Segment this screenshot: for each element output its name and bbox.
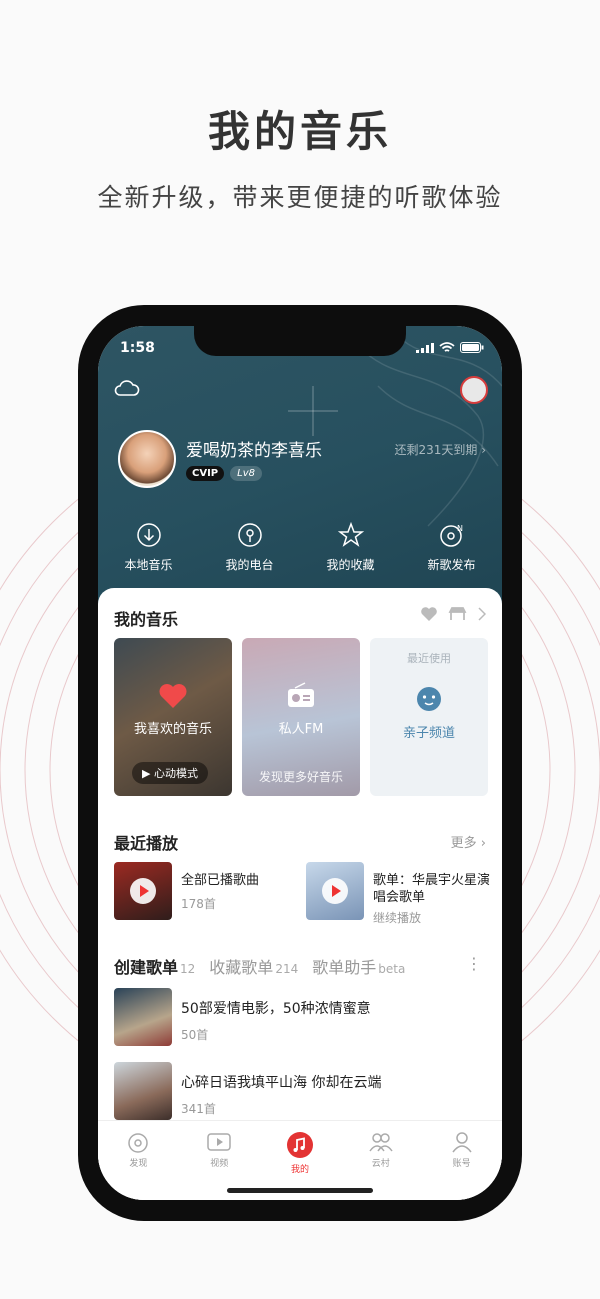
quick-actions: 本地音乐 我的电台 我的收藏 N 新歌发布 [98,522,502,573]
piano-icon[interactable] [448,606,468,622]
playlist-count: 341首 [181,1102,216,1116]
recent-item-title: 歌单：华晨宇火星演唱会歌单 [373,873,491,905]
tab-label: 发现 [129,1159,148,1169]
card-kids-channel[interactable]: 最近使用 亲子频道 [370,638,488,796]
play-icon[interactable] [130,878,156,904]
quick-my-radio[interactable]: 我的电台 [199,522,300,573]
quick-label: 本地音乐 [124,558,173,572]
recent-more-link[interactable]: 更多 › [451,832,486,851]
promo-subtitle: 全新升级，带来更便捷的听歌体验 [97,183,503,212]
battery-icon [460,342,484,353]
profile-header: 1:58 爱喝奶茶的李喜乐 CVIP Lv8 还剩231天到期 › 本地音乐 我… [98,326,502,616]
playlist-cover [114,1062,172,1120]
playlist-item[interactable]: 50部爱情电影，50种浓情蜜意 50首 [114,988,371,1046]
heart-icon[interactable] [420,606,438,622]
tab-label: 账号 [452,1159,471,1169]
quick-label: 我的电台 [225,558,274,572]
video-icon [207,1133,231,1151]
quick-new-songs[interactable]: N 新歌发布 [401,522,502,573]
avatar[interactable] [118,430,176,488]
tab-collected-playlists[interactable]: 收藏歌单 214 [209,954,298,978]
recent-list: 全部已播歌曲 178首 歌单：华晨宇火星演唱会歌单 继续播放 [114,862,498,927]
card-label: 亲子频道 [402,726,455,741]
tab-label: 歌单助手 [312,958,377,977]
recent-item-sub: 178首 [181,897,216,911]
quick-local-music[interactable]: 本地音乐 [98,522,199,573]
more-options-icon[interactable]: ⋮ [466,954,482,973]
recent-item-sub: 继续播放 [373,911,422,925]
tab-count: 214 [275,962,299,976]
svg-text:N: N [457,524,463,533]
vip-expire-link[interactable]: 还剩231天到期 › [394,441,486,458]
tab-label: 我的 [290,1165,309,1175]
recent-item-title: 全部已播歌曲 [181,873,260,888]
card-footer: 发现更多好音乐 [258,770,343,784]
tab-label: 创建歌单 [114,958,179,977]
phone-notch [194,326,406,356]
recent-title: 最近播放 [114,834,179,853]
chevron-right-icon[interactable] [478,607,486,621]
card-label: 私人FM [278,722,324,737]
tab-label: 视频 [210,1159,229,1169]
mini-avatar[interactable] [460,376,488,404]
download-circle-icon [136,523,161,547]
recently-used-label: 最近使用 [407,652,451,665]
badges: CVIP Lv8 [186,466,262,481]
my-music-actions [420,606,486,622]
playlist-title: 心碎日语我填平山海 你却在云端 [181,1075,382,1091]
cloud-icon[interactable] [114,378,140,398]
star-icon [337,522,364,547]
quick-favorites[interactable]: 我的收藏 [300,522,401,573]
tab-created-playlists[interactable]: 创建歌单 12 [114,954,195,978]
community-icon [369,1133,393,1152]
my-music-title: 我的音乐 [114,610,179,629]
card-private-fm[interactable]: 私人FM 发现更多好音乐 [242,638,360,796]
tab-discover[interactable]: 发现 [98,1121,179,1200]
playlist-tabs: 创建歌单 12 收藏歌单 214 歌单助手 beta [114,954,405,978]
playlist-cover [114,988,172,1046]
signal-icon [416,342,434,353]
heart-icon [159,684,187,708]
card-liked-music[interactable]: 我喜欢的音乐 ▶ 心动模式 [114,638,232,796]
heart-mode-button[interactable]: ▶ 心动模式 [132,762,208,784]
playlist-count: 50首 [181,1028,209,1042]
my-music-cards: 我喜欢的音乐 ▶ 心动模式 私人FM 发现更多好音乐 最近使用 亲子频道 [114,638,488,796]
playlist-item[interactable]: 心碎日语我填平山海 你却在云端 341首 [114,1062,381,1120]
new-album-icon: N [439,524,463,547]
play-icon[interactable] [322,878,348,904]
status-icons [416,342,484,353]
radio-podcast-icon [237,523,262,547]
content-panel: 我的音乐 我喜欢的音乐 ▶ 心动模式 私人FM 发现更多好音乐 最近使用 亲子频… [98,588,502,1200]
vip-badge[interactable]: CVIP [186,466,225,481]
wifi-icon [439,342,455,352]
music-note-icon [286,1132,313,1158]
recent-cover [306,862,364,920]
tab-account[interactable]: 账号 [421,1121,502,1200]
card-label: 我喜欢的音乐 [133,722,212,737]
status-time: 1:58 [120,340,155,356]
quick-label: 我的收藏 [326,558,375,572]
radio-icon [288,682,314,707]
username[interactable]: 爱喝奶茶的李喜乐 [186,436,322,461]
phone-screen: 1:58 爱喝奶茶的李喜乐 CVIP Lv8 还剩231天到期 › 本地音乐 我… [98,326,502,1200]
home-indicator [227,1188,373,1193]
level-badge[interactable]: Lv8 [230,466,262,481]
account-icon [451,1132,472,1153]
recent-item[interactable]: 全部已播歌曲 178首 [114,862,306,927]
tab-playlist-assistant[interactable]: 歌单助手 beta [312,954,405,978]
tab-label: 收藏歌单 [209,958,274,977]
promo-title: 我的音乐 [207,107,392,156]
recent-cover [114,862,172,920]
discover-icon [128,1133,149,1153]
quick-label: 新歌发布 [427,558,476,572]
playlist-title: 50部爱情电影，50种浓情蜜意 [181,1001,371,1017]
tab-label: 云村 [371,1159,390,1169]
tab-count: 12 [180,962,196,976]
tab-count: beta [378,962,406,976]
recent-item[interactable]: 歌单：华晨宇火星演唱会歌单 继续播放 [306,862,498,927]
baby-face-icon [417,687,441,711]
